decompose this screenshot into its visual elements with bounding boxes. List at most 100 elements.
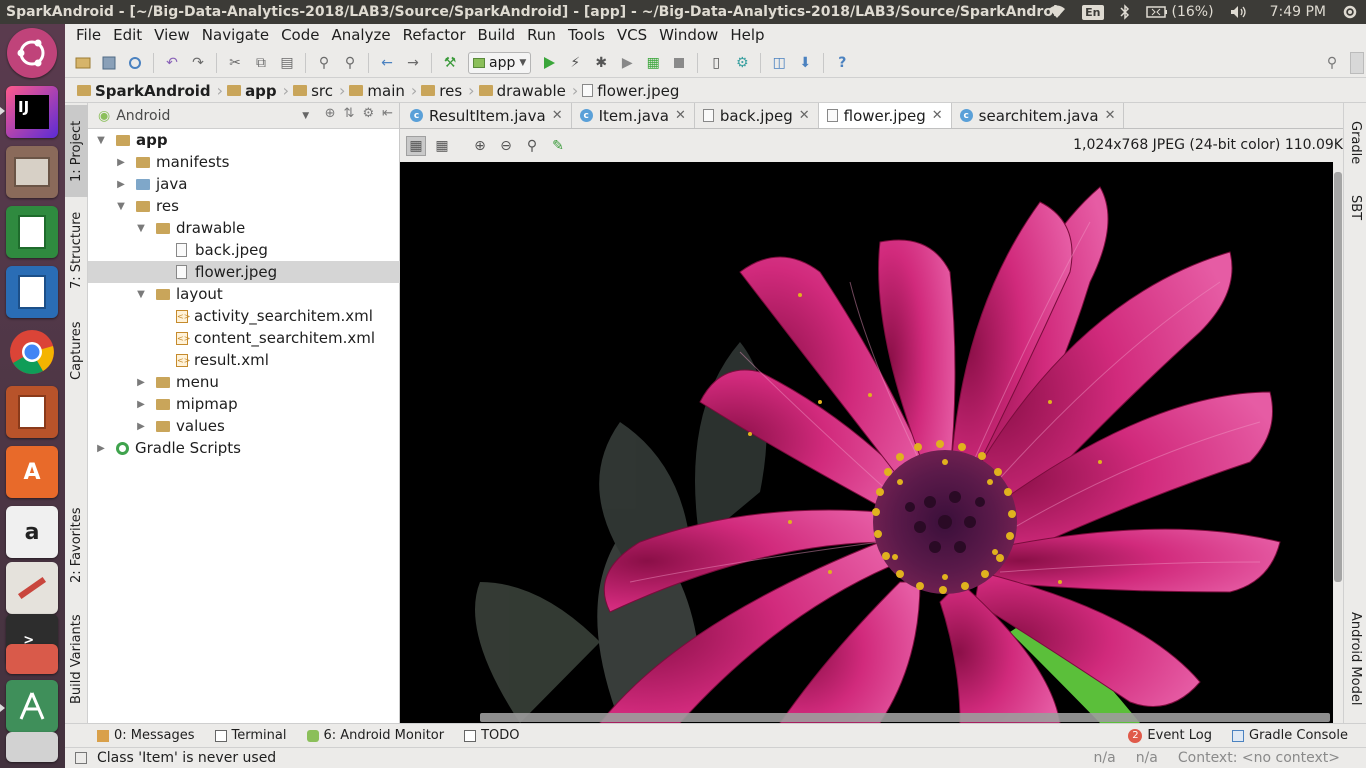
stop-icon[interactable] [667, 51, 691, 75]
zoom-in-icon[interactable]: ⊕ [470, 136, 490, 156]
tab-structure[interactable]: 7: Structure [65, 203, 88, 298]
tab-favorites[interactable]: 2: Favorites [65, 498, 88, 593]
tab-sbt[interactable]: SBT [1344, 185, 1366, 231]
paste-icon[interactable]: ▤ [275, 51, 299, 75]
android-studio-icon[interactable] [6, 680, 58, 732]
chevron-right-icon[interactable]: ▶ [136, 377, 146, 388]
run-icon[interactable] [537, 51, 561, 75]
close-icon[interactable]: ✕ [1105, 108, 1116, 123]
vertical-scroll-thumb[interactable] [1334, 172, 1342, 582]
tree-item-flower-jpeg[interactable]: flower.jpeg [88, 261, 400, 283]
line-separator[interactable]: n/a [1136, 750, 1158, 766]
menu-edit[interactable]: Edit [107, 26, 148, 44]
attach-debugger-icon[interactable]: ▦ [641, 51, 665, 75]
redo-icon[interactable]: ↷ [186, 51, 210, 75]
chevron-right-icon[interactable]: ▶ [96, 443, 106, 454]
run-config-dropdown[interactable]: app ▼ [468, 51, 532, 74]
tab-android-model[interactable]: Android Model [1344, 603, 1366, 715]
tree-item-manifests[interactable]: ▶ manifests [88, 151, 400, 173]
toolbar-scroll-handle[interactable] [1350, 52, 1364, 74]
caret-position[interactable]: n/a [1094, 750, 1116, 766]
chevron-right-icon[interactable]: ▶ [136, 399, 146, 410]
menu-file[interactable]: File [70, 26, 107, 44]
chevron-down-icon[interactable]: ▼ [116, 201, 126, 212]
tab-project[interactable]: 1: Project [65, 105, 88, 197]
menu-view[interactable]: View [148, 26, 196, 44]
ubuntu-dash-icon[interactable] [7, 28, 57, 78]
tool-messages[interactable]: 0: Messages [65, 728, 205, 743]
context-indicator[interactable]: Context: <no context> [1178, 750, 1340, 766]
writer-document-icon[interactable] [6, 266, 58, 318]
chevron-right-icon[interactable]: ▶ [136, 421, 146, 432]
close-icon[interactable]: ✕ [552, 108, 563, 123]
chevron-right-icon[interactable]: ▶ [116, 157, 126, 168]
tab-build-variants[interactable]: Build Variants [65, 603, 88, 715]
text-editor-icon[interactable] [6, 562, 58, 614]
chevron-down-icon[interactable]: ▼ [96, 135, 106, 146]
replace-icon[interactable]: ⚲ [338, 51, 362, 75]
amazon-icon[interactable]: a [6, 506, 58, 558]
impress-presentation-icon[interactable] [6, 386, 58, 438]
collapse-all-icon[interactable]: ⇅ [344, 106, 355, 121]
open-folder-icon[interactable] [71, 51, 95, 75]
breadcrumb-main[interactable]: main [345, 80, 410, 102]
tab-flower-jpeg[interactable]: flower.jpeg ✕ [818, 103, 952, 128]
volume-icon[interactable] [1222, 0, 1256, 24]
scroll-from-source-icon[interactable]: ⊕ [325, 106, 336, 121]
tree-item-layout[interactable]: ▼ layout [88, 283, 400, 305]
close-icon[interactable]: ✕ [799, 108, 810, 123]
color-picker-icon[interactable]: ✎ [548, 136, 568, 156]
avd-manager-icon[interactable]: ▯ [704, 51, 728, 75]
menu-analyze[interactable]: Analyze [325, 26, 396, 44]
tree-item-back-jpeg[interactable]: back.jpeg [88, 239, 400, 261]
calc-spreadsheet-icon[interactable] [6, 206, 58, 258]
tool-todo[interactable]: TODO [454, 728, 529, 743]
intellij-icon[interactable]: IJ [6, 86, 58, 138]
gear-icon[interactable]: ⚙ [362, 106, 374, 121]
tree-item-res[interactable]: ▼ res [88, 195, 400, 217]
menu-refactor[interactable]: Refactor [397, 26, 472, 44]
vertical-scrollbar[interactable] [1333, 162, 1343, 723]
document-viewer-icon[interactable] [6, 644, 58, 674]
copy-icon[interactable]: ⧉ [249, 51, 273, 75]
keyboard-layout[interactable]: En [1074, 0, 1111, 24]
undo-icon[interactable]: ↶ [160, 51, 184, 75]
gradle-sync-icon[interactable]: ⚙ [730, 51, 754, 75]
menu-vcs[interactable]: VCS [611, 26, 653, 44]
tool-event-log[interactable]: 2 Event Log [1118, 728, 1222, 743]
clock[interactable]: 7:49 PM [1256, 0, 1334, 24]
breadcrumb-app[interactable]: app [223, 80, 283, 102]
breadcrumb-file[interactable]: flower.jpeg [578, 80, 685, 102]
bluetooth-icon[interactable] [1112, 0, 1138, 24]
tab-gradle[interactable]: Gradle [1344, 111, 1366, 175]
software-center-icon[interactable]: A [6, 446, 58, 498]
tree-item-drawable[interactable]: ▼ drawable [88, 217, 400, 239]
find-icon[interactable]: ⚲ [312, 51, 336, 75]
chevron-down-icon[interactable]: ▼ [302, 111, 309, 121]
battery-indicator[interactable]: (16%) [1138, 0, 1222, 24]
tab-searchitem-java[interactable]: c searchitem.java ✕ [952, 103, 1125, 128]
actual-size-icon[interactable]: ⚲ [522, 136, 542, 156]
instant-run-icon[interactable]: ⚡ [563, 51, 587, 75]
cut-icon[interactable]: ✂ [223, 51, 247, 75]
menu-navigate[interactable]: Navigate [196, 26, 275, 44]
forward-icon[interactable]: → [401, 51, 425, 75]
search-everywhere-icon[interactable]: ⚲ [1320, 51, 1344, 75]
tree-item-values[interactable]: ▶ values [88, 415, 400, 437]
tab-item-java[interactable]: c Item.java ✕ [572, 103, 695, 128]
power-gear-icon[interactable] [1334, 0, 1366, 24]
menu-run[interactable]: Run [521, 26, 562, 44]
save-all-icon[interactable] [97, 51, 121, 75]
menu-help[interactable]: Help [724, 26, 770, 44]
tool-window-toggle-icon[interactable] [75, 752, 87, 764]
trash-icon[interactable] [6, 732, 58, 762]
tree-item-activity-searchitem-xml[interactable]: <> activity_searchitem.xml [88, 305, 400, 327]
close-icon[interactable]: ✕ [932, 108, 943, 123]
breadcrumb-project[interactable]: SparkAndroid [73, 80, 217, 102]
chevron-down-icon[interactable]: ▼ [136, 223, 146, 234]
chrome-icon[interactable] [6, 326, 58, 378]
background-chessboard-icon[interactable]: ▦ [406, 136, 426, 156]
tree-item-app[interactable]: ▼ app [88, 129, 400, 151]
zoom-out-icon[interactable]: ⊖ [496, 136, 516, 156]
chevron-right-icon[interactable]: ▶ [116, 179, 126, 190]
